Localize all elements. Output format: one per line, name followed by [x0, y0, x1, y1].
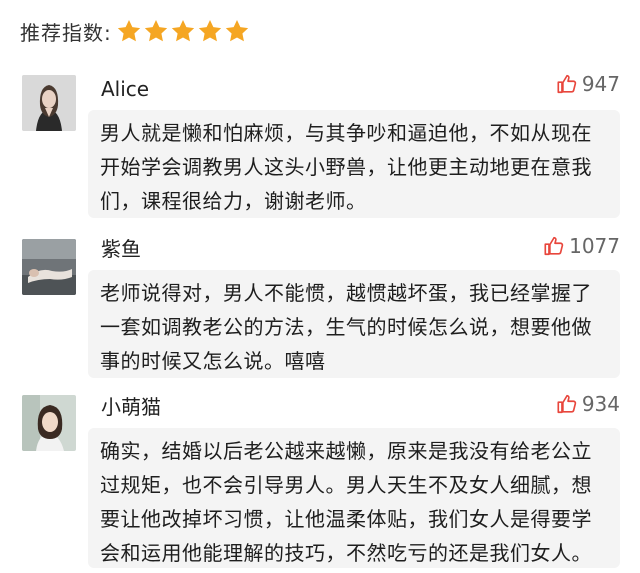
- user-avatar[interactable]: [22, 239, 76, 295]
- rating-stars: [116, 18, 251, 44]
- comment-username[interactable]: 紫鱼: [101, 236, 141, 262]
- avatar-photo-icon: [22, 395, 76, 451]
- like-count: 934: [581, 392, 620, 416]
- comment-text: 确实，结婚以后老公越来越懒，原来是我没有给老公立过规矩，也不会引导男人。男人天生…: [100, 439, 592, 565]
- rating-label: 推荐指数:: [20, 20, 112, 45]
- comment-bubble: 确实，结婚以后老公越来越懒，原来是我没有给老公立过规矩，也不会引导男人。男人天生…: [88, 428, 620, 568]
- comment-text: 男人就是懒和怕麻烦，与其争吵和逼迫他，不如从现在开始学会调教男人这头小野兽，让他…: [100, 121, 592, 213]
- user-avatar[interactable]: [22, 395, 76, 451]
- like-button[interactable]: 1077: [543, 234, 620, 258]
- like-count: 947: [581, 72, 620, 96]
- star-icon: [117, 19, 140, 42]
- star-icon: [171, 19, 194, 42]
- like-button[interactable]: 947: [556, 72, 620, 96]
- comment-bubble: 老师说得对，男人不能惯，越惯越坏蛋，我已经掌握了一套如调教老公的方法，生气的时候…: [88, 270, 620, 378]
- user-avatar[interactable]: [22, 75, 76, 131]
- comment-username[interactable]: Alice: [101, 76, 149, 102]
- star-icon: [198, 19, 221, 42]
- avatar-photo-icon: [22, 75, 76, 131]
- avatar-photo-icon: [22, 239, 76, 295]
- thumbs-up-icon: [557, 74, 577, 94]
- thumbs-up-icon: [544, 236, 564, 256]
- thumbs-up-icon: [557, 394, 577, 414]
- star-icon: [225, 19, 248, 42]
- comment-bubble: 男人就是懒和怕麻烦，与其争吵和逼迫他，不如从现在开始学会调教男人这头小野兽，让他…: [88, 110, 620, 218]
- comments-page: 推荐指数: Alice 947 男人就是懒和怕麻烦，与其争吵和逼迫他，不如从现在…: [0, 0, 640, 573]
- star-icon: [144, 19, 167, 42]
- like-count: 1077: [569, 234, 620, 258]
- recommendation-rating: 推荐指数:: [20, 14, 251, 48]
- comment-text: 老师说得对，男人不能惯，越惯越坏蛋，我已经掌握了一套如调教老公的方法，生气的时候…: [100, 281, 592, 373]
- like-button[interactable]: 934: [556, 392, 620, 416]
- comment-username[interactable]: 小萌猫: [101, 394, 161, 420]
